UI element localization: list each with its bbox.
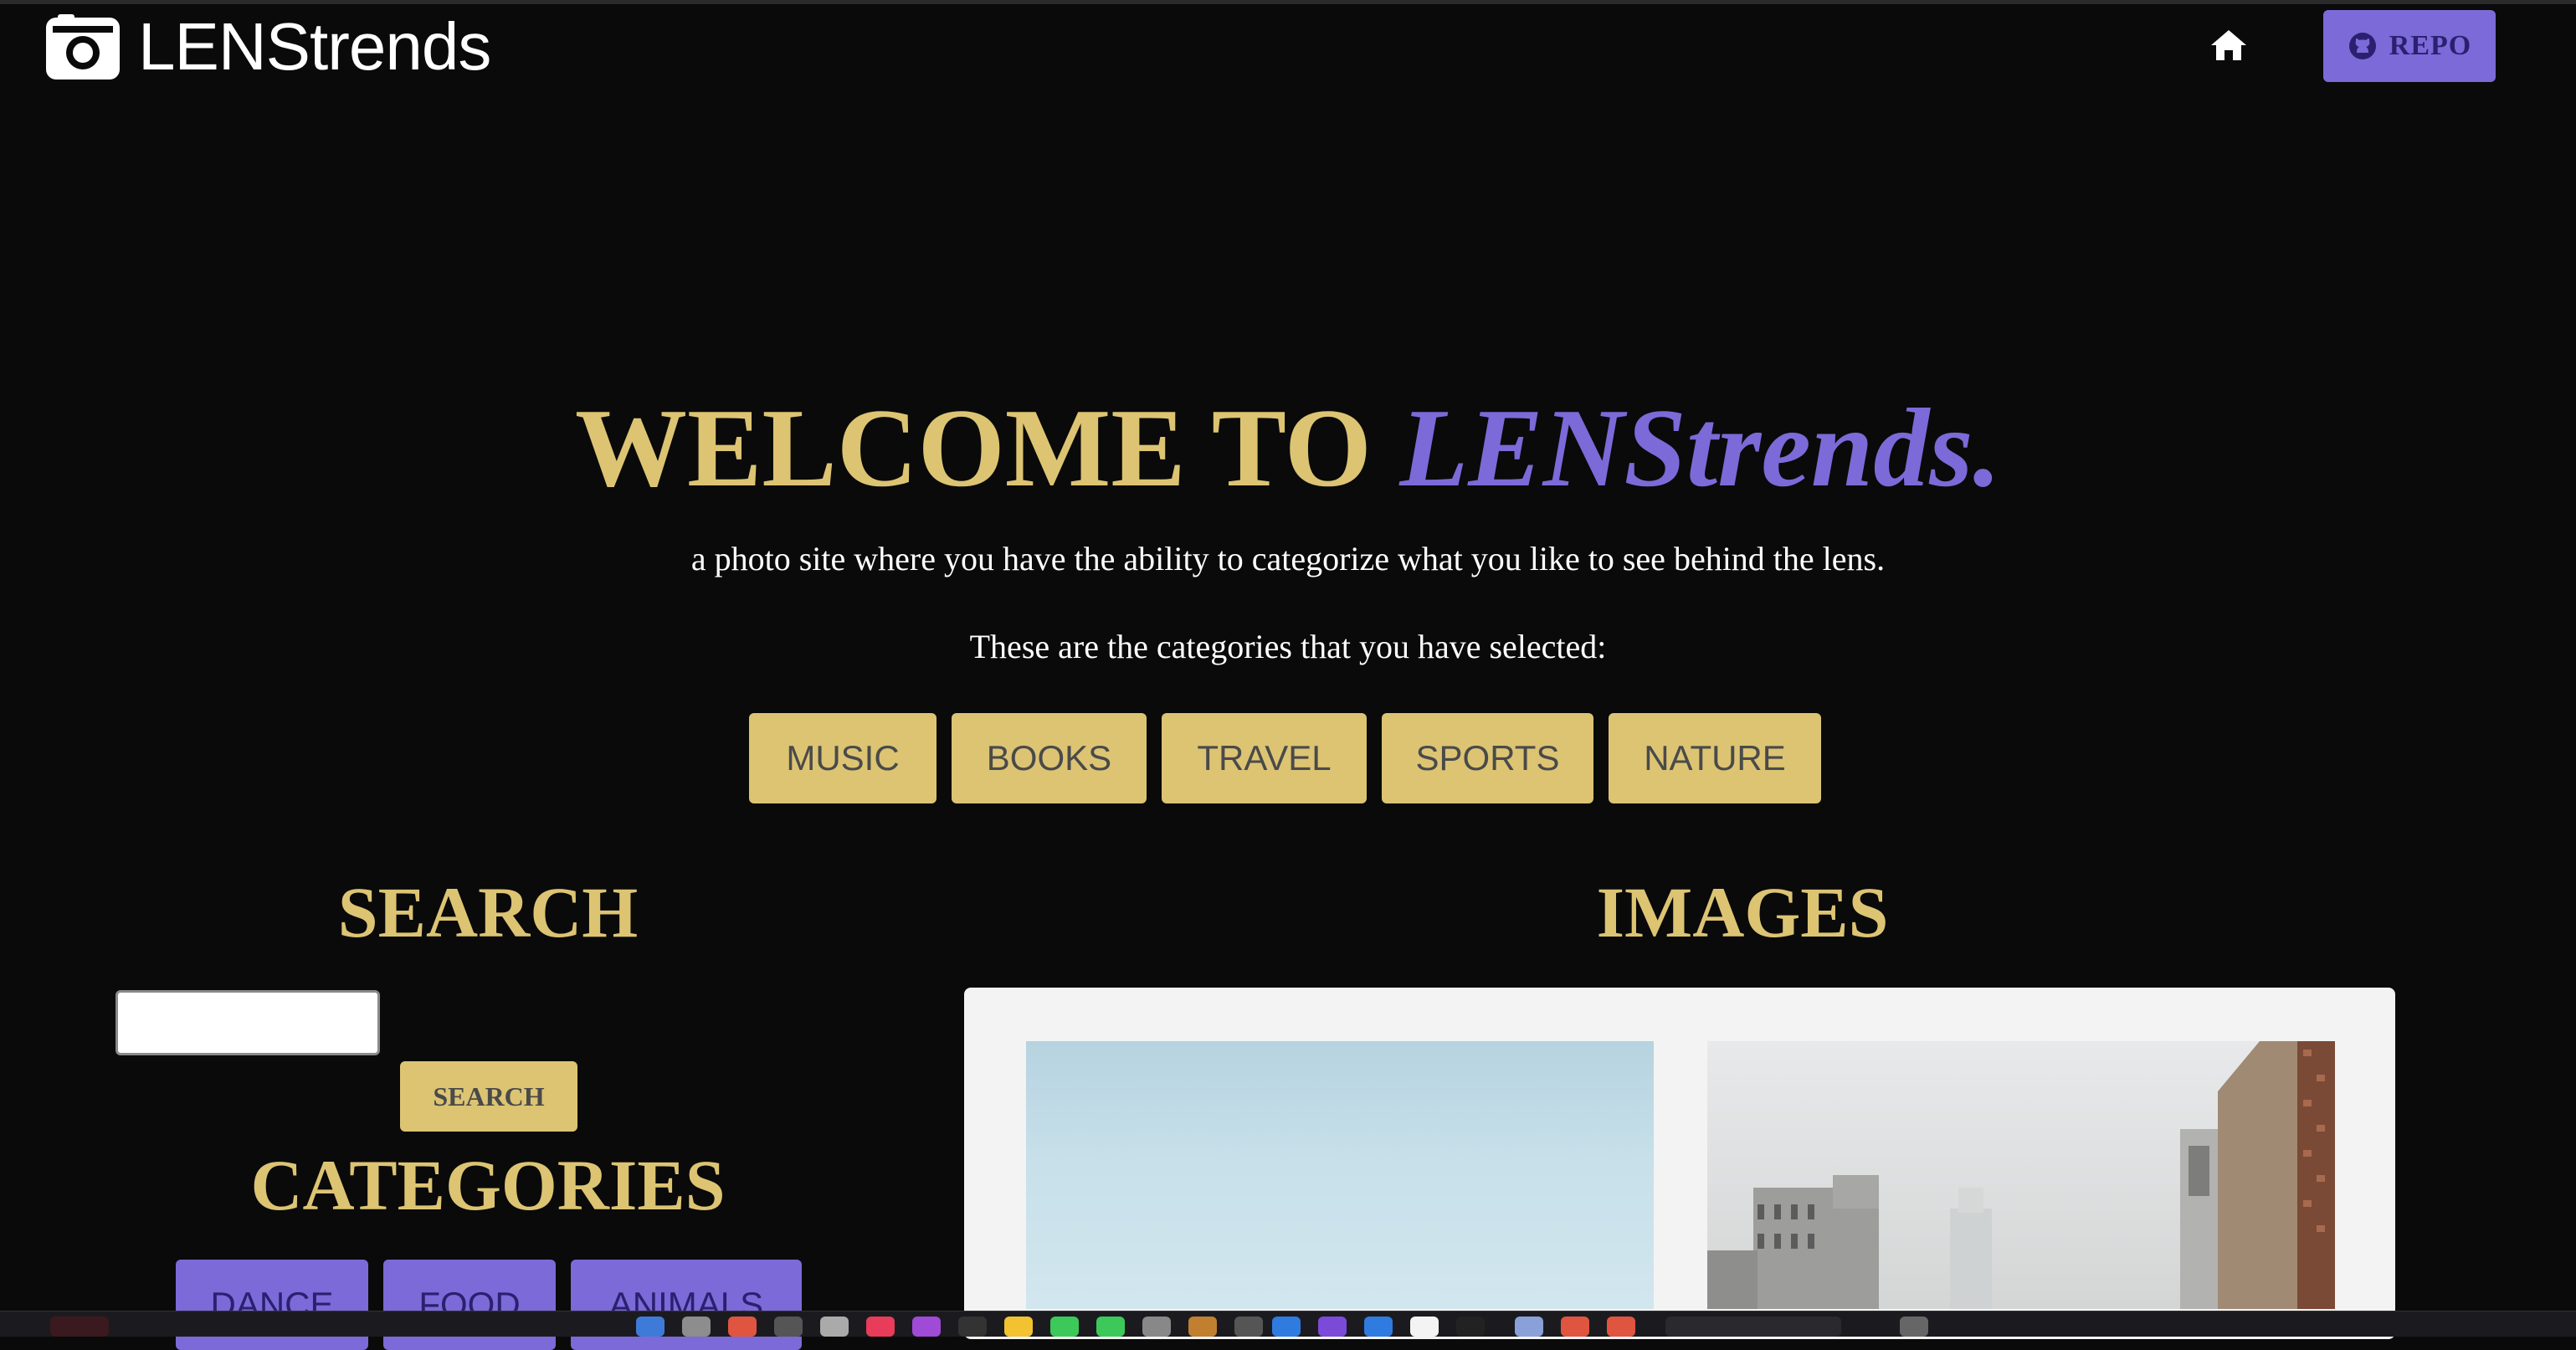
site-logo[interactable]: LENStrends	[46, 9, 491, 84]
dock-app[interactable]	[1364, 1317, 1393, 1337]
dock-app[interactable]	[1665, 1317, 1841, 1337]
selected-category-nature[interactable]: NATURE	[1609, 713, 1821, 803]
dock-app[interactable]	[1272, 1317, 1301, 1337]
search-input[interactable]	[115, 990, 380, 1055]
dock-app[interactable]	[1004, 1317, 1033, 1337]
dock-app[interactable]	[912, 1317, 941, 1337]
gallery-photo-sky[interactable]	[1026, 1041, 1654, 1309]
dock-app[interactable]	[1096, 1317, 1125, 1337]
repo-button[interactable]: REPO	[2323, 10, 2496, 82]
search-button[interactable]: SEARCH	[400, 1061, 577, 1132]
dock-app[interactable]	[1561, 1317, 1589, 1337]
gallery-photo-city[interactable]	[1707, 1041, 2335, 1309]
trash-icon[interactable]	[1900, 1317, 1928, 1337]
dock-app[interactable]	[820, 1317, 849, 1337]
hero-subtitle: a photo site where you have the ability …	[690, 540, 1886, 577]
camera-icon	[46, 14, 120, 80]
images-heading: IMAGES	[1596, 872, 1889, 952]
brand-name: LENStrends	[138, 9, 491, 84]
dock-app[interactable]	[636, 1317, 665, 1337]
dock-app[interactable]	[1410, 1317, 1439, 1337]
dock-app[interactable]	[728, 1317, 757, 1337]
dock-app[interactable]	[866, 1317, 895, 1337]
dock-app[interactable]	[1456, 1317, 1485, 1337]
dock-app[interactable]	[682, 1317, 711, 1337]
repo-button-label: REPO	[2389, 30, 2472, 61]
home-icon[interactable]	[2209, 28, 2248, 62]
selected-category-travel[interactable]: TRAVEL	[1162, 713, 1367, 803]
dock-app[interactable]	[1050, 1317, 1079, 1337]
dock-app[interactable]	[1607, 1317, 1635, 1337]
selected-category-sports[interactable]: SPORTS	[1382, 713, 1593, 803]
dock-app[interactable]	[1515, 1317, 1543, 1337]
hero-title-prefix: WELCOME TO	[575, 386, 1400, 510]
github-icon	[2348, 33, 2376, 59]
top-border	[0, 0, 2576, 4]
selected-category-books[interactable]: BOOKS	[952, 713, 1147, 803]
dock-app[interactable]	[958, 1317, 987, 1337]
selected-category-music[interactable]: MUSIC	[749, 713, 936, 803]
selected-categories: MUSIC BOOKS TRAVEL SPORTS NATURE	[749, 713, 1821, 803]
selected-categories-intro: These are the categories that you have s…	[969, 628, 1607, 665]
os-dock	[0, 1311, 2576, 1337]
dock-app[interactable]	[50, 1317, 109, 1337]
city-photo-illustration	[1707, 1041, 2335, 1309]
dock-app[interactable]	[1234, 1317, 1263, 1337]
dock-app[interactable]	[1142, 1317, 1171, 1337]
search-heading: SEARCH	[337, 872, 639, 952]
dock-app[interactable]	[1318, 1317, 1347, 1337]
dock-app[interactable]	[1188, 1317, 1217, 1337]
categories-heading: CATEGORIES	[250, 1145, 726, 1225]
hero-title-brand: LENStrends.	[1399, 386, 2001, 510]
dock-app[interactable]	[774, 1317, 803, 1337]
hero-title: WELCOME TO LENStrends.	[0, 385, 2576, 511]
